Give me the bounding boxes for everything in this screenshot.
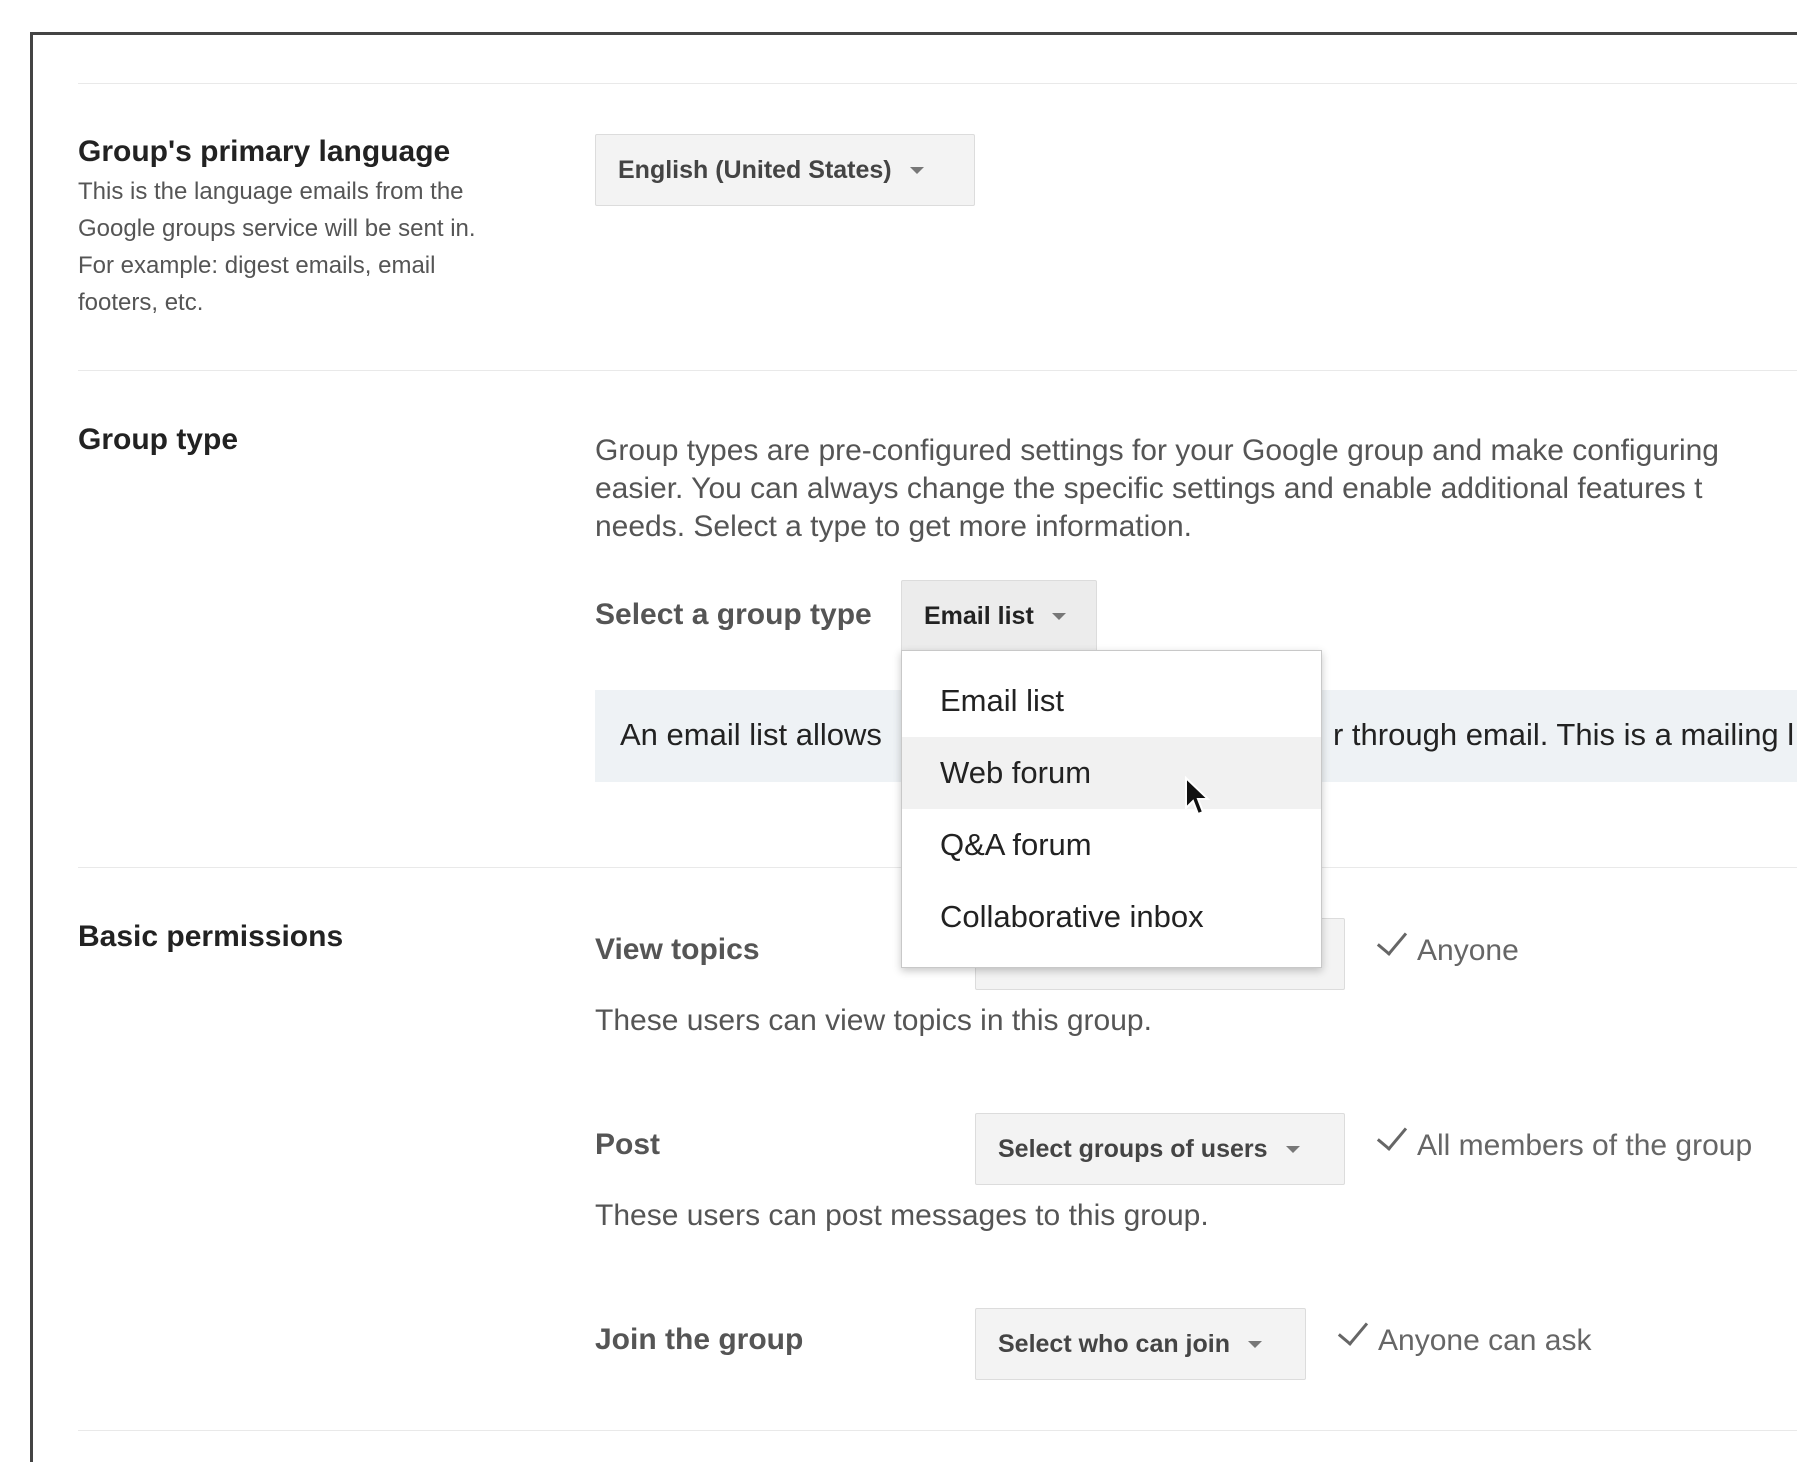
view-topics-label: View topics (595, 933, 760, 966)
join-select[interactable]: Select who can join (975, 1308, 1306, 1380)
language-description-line: This is the language emails from the (78, 178, 464, 205)
language-description-line: For example: digest emails, email (78, 252, 436, 279)
language-description-line: footers, etc. (78, 289, 204, 316)
post-description: These users can post messages to this gr… (595, 1199, 1209, 1232)
menu-item-email-list[interactable]: Email list (902, 665, 1321, 737)
divider (78, 83, 1797, 84)
menu-item-collaborative-inbox[interactable]: Collaborative inbox (902, 881, 1321, 953)
group-type-select[interactable]: Email list (901, 580, 1097, 652)
post-value: All members of the group (1417, 1129, 1753, 1162)
post-select[interactable]: Select groups of users (975, 1113, 1345, 1185)
permissions-label: Basic permissions (78, 920, 344, 953)
chevron-down-icon (1051, 612, 1066, 620)
divider (78, 370, 1797, 371)
view-topics-description: These users can view topics in this grou… (595, 1004, 1152, 1037)
group-type-menu: Email list Web forum Q&A forum Collabora… (901, 650, 1322, 968)
menu-item-web-forum[interactable]: Web forum (902, 737, 1321, 809)
language-select-value: English (United States) (618, 155, 892, 184)
language-description: This is the language emails from the Goo… (78, 173, 476, 321)
post-select-value: Select groups of users (998, 1134, 1268, 1163)
group-type-description: Group types are pre-configured settings … (595, 432, 1719, 546)
mouse-cursor-icon (1185, 776, 1211, 816)
divider (78, 1430, 1797, 1431)
language-description-line: Google groups service will be sent in. (78, 215, 476, 242)
join-label: Join the group (595, 1323, 804, 1356)
menu-item-qa-forum[interactable]: Q&A forum (902, 809, 1321, 881)
view-topics-value: Anyone (1417, 934, 1519, 967)
chevron-down-icon (909, 166, 924, 174)
group-type-label: Group type (78, 423, 239, 456)
group-type-select-value: Email list (924, 601, 1034, 630)
group-type-description-line: needs. Select a type to get more informa… (595, 510, 1192, 543)
group-type-info-text: An email list allows (620, 717, 882, 752)
chevron-down-icon (1248, 1340, 1262, 1348)
group-type-info-text-right: r through email. This is a mailing l (1333, 717, 1795, 752)
group-type-description-line: Group types are pre-configured settings … (595, 434, 1719, 467)
language-label: Group's primary language (78, 135, 451, 168)
join-select-value: Select who can join (998, 1329, 1230, 1358)
post-label: Post (595, 1128, 661, 1161)
chevron-down-icon (1285, 1145, 1300, 1153)
join-value: Anyone can ask (1378, 1324, 1592, 1357)
language-select[interactable]: English (United States) (595, 134, 975, 206)
group-type-description-line: easier. You can always change the specif… (595, 472, 1703, 505)
group-type-select-label: Select a group type (595, 598, 872, 631)
